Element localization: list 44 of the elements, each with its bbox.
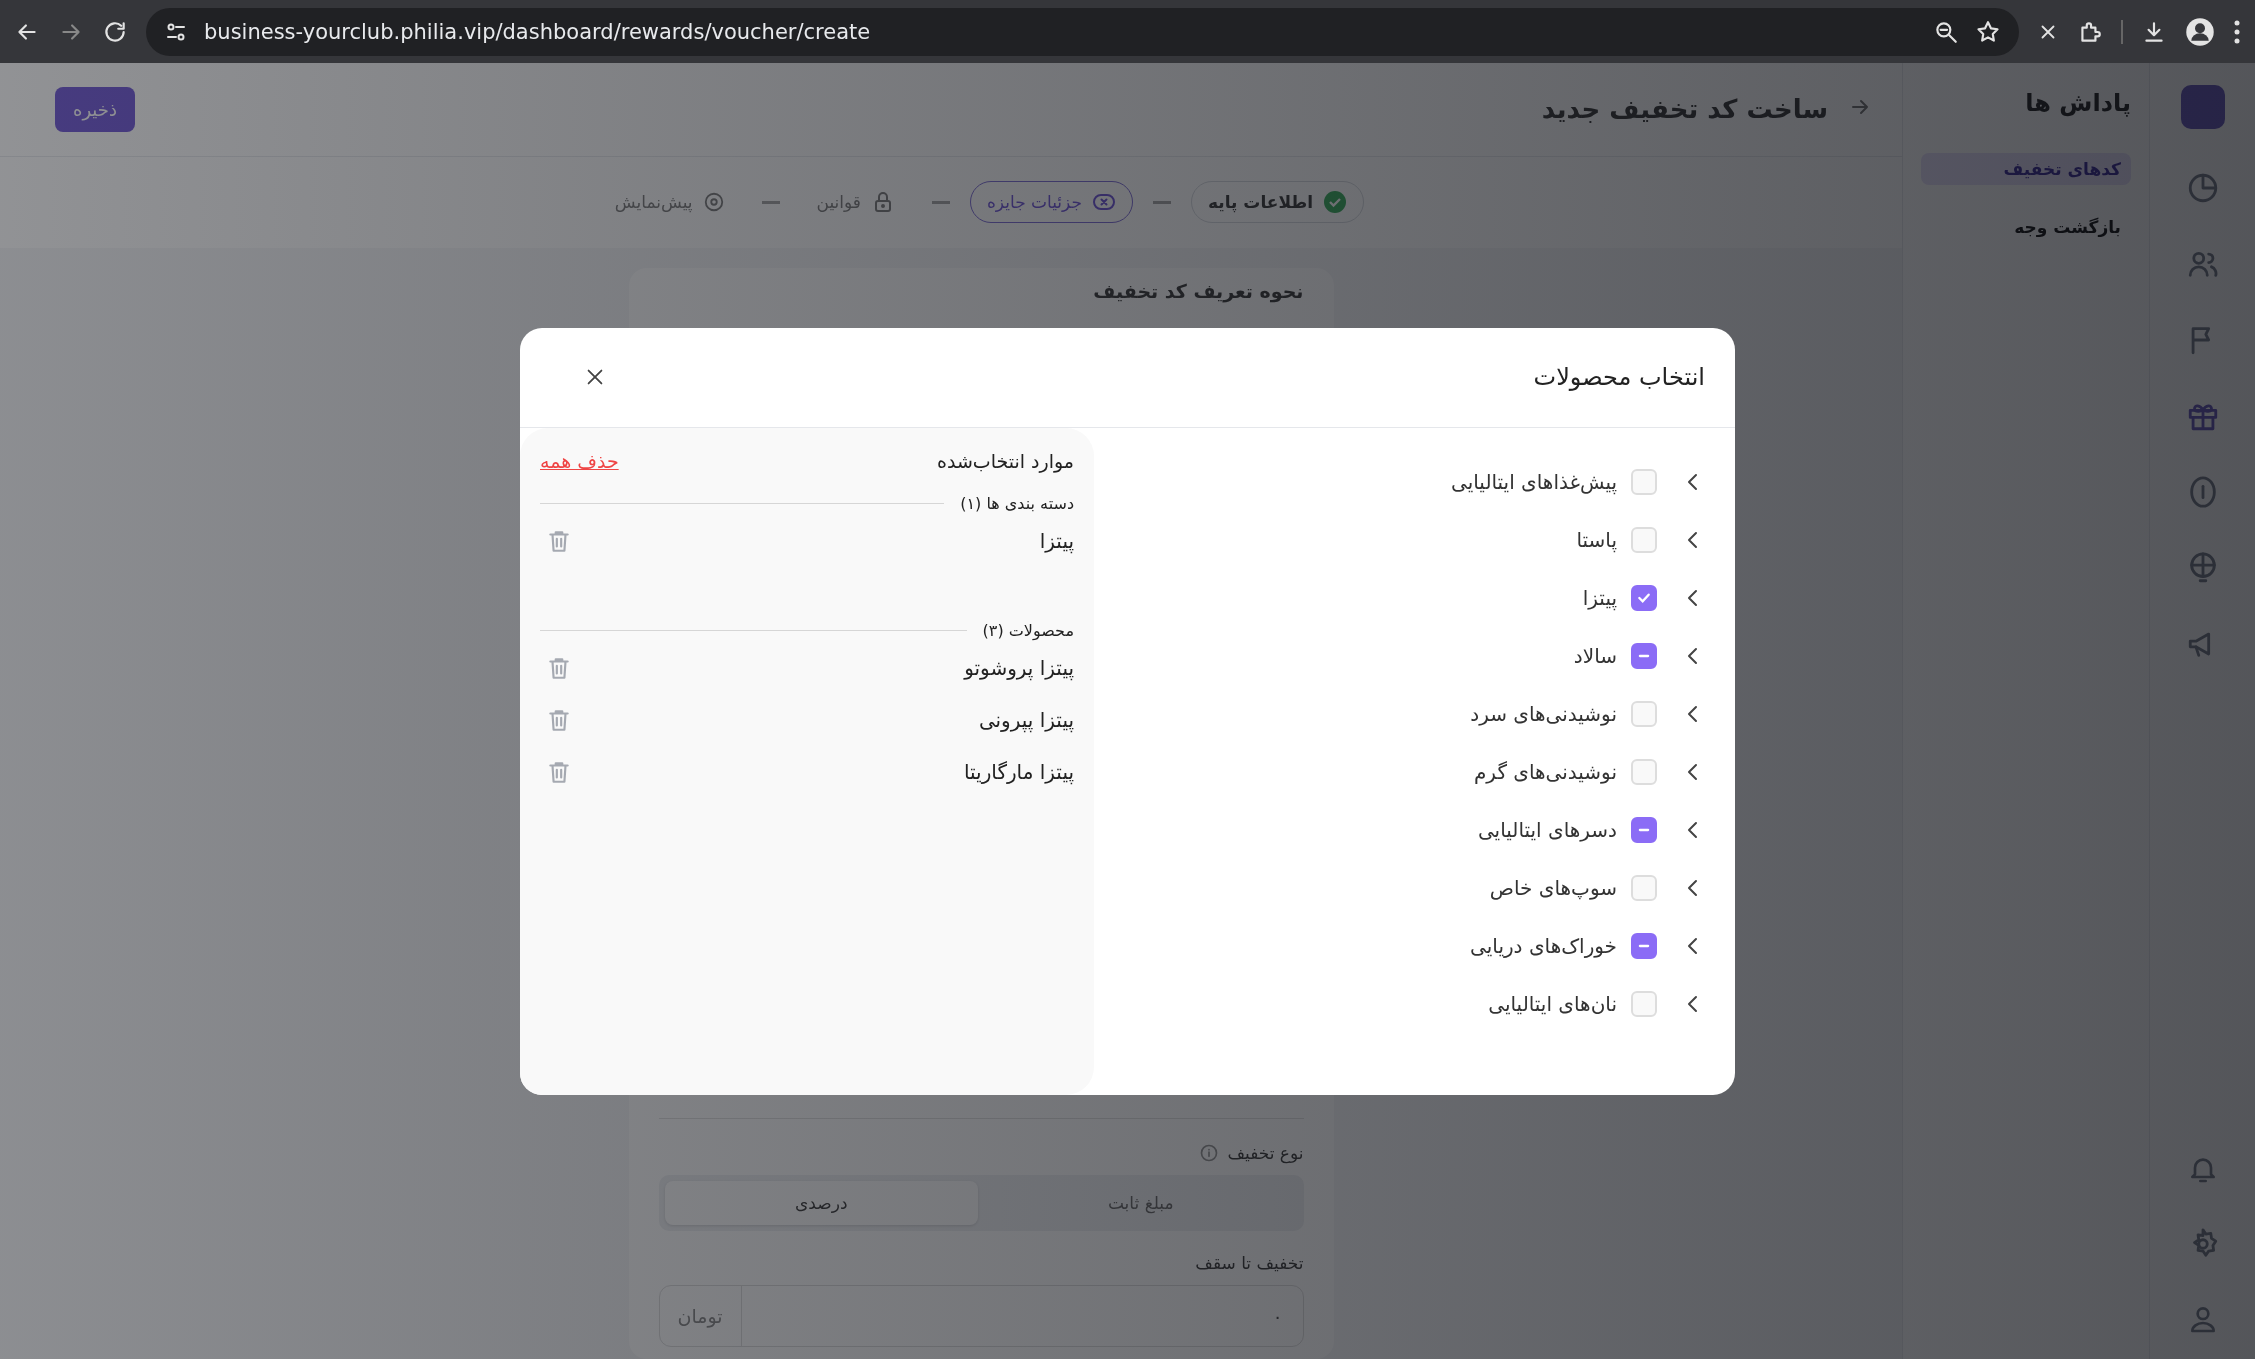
step-pill[interactable]: قوانین xyxy=(799,181,912,224)
selected-item-label: پیتزا پروشوتو xyxy=(964,655,1074,680)
field-label: نوع تخفیف xyxy=(1227,1143,1304,1163)
category-label: خوراک‌های دریایی xyxy=(1470,933,1617,958)
selected-item-label: پیتزا پپرونی xyxy=(978,707,1074,732)
category-label: نان‌های ایتالیایی xyxy=(1488,991,1617,1016)
sidebar-item[interactable]: بازگشت وجه xyxy=(1921,211,2131,243)
clear-all-link[interactable]: حذف همه xyxy=(540,449,619,472)
category-label: نوشیدنی‌های گرم xyxy=(1473,759,1617,784)
partial-checkbox[interactable] xyxy=(1631,932,1657,959)
partial-checkbox[interactable] xyxy=(1631,642,1657,669)
selected-item-label: پیتزا xyxy=(1039,528,1074,553)
checkbox[interactable] xyxy=(1631,584,1657,611)
segment-option[interactable]: مبلغ ثابت xyxy=(984,1181,1298,1225)
star-icon[interactable] xyxy=(1975,18,2001,45)
segment-option[interactable]: درصدی xyxy=(664,1181,978,1225)
category-label: سوپ‌های خاص xyxy=(1489,875,1617,900)
category-label: پیش‌غذاهای ایتالیایی xyxy=(1451,469,1617,494)
category-label: پیتزا xyxy=(1582,585,1617,610)
step-pill[interactable]: پیش‌نمایش xyxy=(597,182,742,223)
dialog-title: انتخاب محصولات xyxy=(1532,363,1705,391)
sidebar-title: پاداش ها xyxy=(2024,89,2131,117)
category-label: نوشیدنی‌های سرد xyxy=(1470,701,1617,726)
panel-title: موارد انتخاب‌شده xyxy=(936,449,1074,472)
menu-icon[interactable] xyxy=(2233,18,2241,45)
sidebar-item[interactable]: کدهای تخفیف xyxy=(1921,153,2131,185)
info-icon xyxy=(1199,1143,1220,1163)
selected-item-label: پیتزا مارگاریتا xyxy=(963,759,1074,784)
circle-icon xyxy=(702,191,725,214)
section-title: نحوه تعریف کد تخفیف xyxy=(1092,280,1304,302)
url-text: business-yourclub.philia.vip/dashboard/rewards/voucher/create xyxy=(204,19,872,44)
category-label: پاستا xyxy=(1576,527,1617,552)
profile-icon[interactable] xyxy=(2185,16,2215,47)
group-title: دسته بندی ها (۱) xyxy=(960,493,1074,513)
group-title: محصولات (۳) xyxy=(982,620,1074,640)
save-button[interactable]: ذخیره xyxy=(55,86,135,132)
address-bar[interactable]: business-yourclub.philia.vip/dashboard/rewards/voucher/create xyxy=(146,7,2019,56)
check-circle-icon xyxy=(1323,190,1348,215)
category-label: سالاد xyxy=(1573,643,1617,668)
page-title: ساخت کد تخفیف جدید xyxy=(1541,94,1828,125)
field-label: تخفیف تا سقف xyxy=(1195,1253,1304,1273)
partial-checkbox[interactable] xyxy=(1631,816,1657,843)
category-label: دسرهای ایتالیایی xyxy=(1477,817,1617,842)
logo-icon[interactable] xyxy=(2180,85,2225,129)
